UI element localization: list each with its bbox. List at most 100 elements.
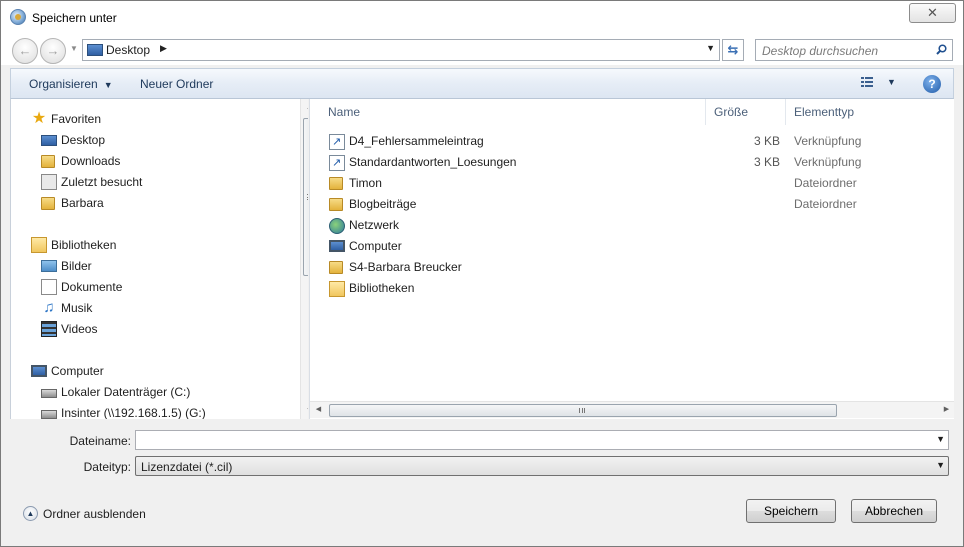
libraries-icon xyxy=(329,281,345,297)
shortcut-icon xyxy=(329,134,345,150)
file-name: Bibliotheken xyxy=(349,281,415,295)
file-type: Verknüpfung xyxy=(794,134,862,148)
help-icon[interactable]: ? xyxy=(923,75,941,93)
file-row[interactable]: Bibliotheken xyxy=(310,278,954,299)
filetype-select[interactable]: Lizenzdatei (*.cil) ▼ xyxy=(135,456,949,476)
sidebar-item-label: Videos xyxy=(61,322,98,336)
file-name: D4_Fehlersammeleintrag xyxy=(349,134,484,148)
back-button[interactable]: ← xyxy=(12,38,38,64)
filetype-label: Dateityp: xyxy=(83,460,131,474)
computer-icon xyxy=(329,240,345,252)
scroll-down-icon[interactable]: ▼ xyxy=(301,402,308,419)
sidebar-item-label: Insinter (\\192.168.1.5) (G:) xyxy=(61,406,206,419)
folder-icon xyxy=(329,198,343,211)
forward-button[interactable]: → xyxy=(40,38,66,64)
sidebar-item-label: Lokaler Datenträger (C:) xyxy=(61,385,191,399)
grip-icon xyxy=(307,194,308,200)
libraries-icon xyxy=(31,237,47,253)
change-view-icon[interactable] xyxy=(861,77,873,88)
documents-icon xyxy=(41,279,57,295)
column-header-name[interactable]: Name xyxy=(310,99,706,125)
filename-input[interactable]: ▼ xyxy=(135,430,949,450)
chevron-up-icon: ▲ xyxy=(23,506,38,521)
file-name: S4-Barbara Breucker xyxy=(349,260,462,274)
scrollbar-thumb[interactable] xyxy=(303,118,308,276)
star-icon: ★ xyxy=(31,110,47,127)
sidebar-item-label: Zuletzt besucht xyxy=(61,175,143,189)
local-drive-icon xyxy=(41,389,57,398)
app-icon xyxy=(10,9,26,25)
shortcut-icon xyxy=(329,155,345,171)
sidebar-item-label: Computer xyxy=(51,364,104,378)
sidebar-item-label: Downloads xyxy=(61,154,121,168)
close-button[interactable]: ✕ xyxy=(909,3,956,23)
sidebar-item-label: Bibliotheken xyxy=(51,238,117,252)
chevron-down-icon[interactable]: ▼ xyxy=(936,434,945,444)
computer-icon xyxy=(31,365,47,377)
sidebar-item-label: Barbara xyxy=(61,196,104,210)
network-drive-icon xyxy=(41,410,57,419)
save-button[interactable]: Speichern xyxy=(746,499,836,523)
new-folder-button[interactable]: Neuer Ordner xyxy=(140,77,213,91)
file-name: Netzwerk xyxy=(349,218,400,232)
navigation-scrollbar[interactable]: ▲ ▼ xyxy=(300,99,308,419)
pictures-icon xyxy=(41,260,57,272)
file-row[interactable]: Netzwerk xyxy=(310,215,954,236)
file-row[interactable]: Standardantworten_Loesungen 3 KB Verknüp… xyxy=(310,152,954,173)
file-row[interactable]: Computer xyxy=(310,236,954,257)
file-row[interactable]: S4-Barbara Breucker xyxy=(310,257,954,278)
file-name: Timon xyxy=(349,176,382,190)
search-icon[interactable] xyxy=(936,44,947,55)
scroll-up-icon[interactable]: ▲ xyxy=(301,99,308,116)
cancel-button[interactable]: Abbrechen xyxy=(851,499,937,523)
hide-folders-label: Ordner ausblenden xyxy=(43,507,146,521)
file-row[interactable]: Timon Dateiordner xyxy=(310,173,954,194)
file-size: 3 KB xyxy=(753,155,780,169)
view-options-dropdown[interactable]: ▼ xyxy=(887,77,896,87)
refresh-button[interactable]: ⇆ xyxy=(722,39,744,61)
file-name: Computer xyxy=(349,239,402,253)
chevron-down-icon: ▼ xyxy=(103,80,113,90)
file-row[interactable]: Blogbeiträge Dateiordner xyxy=(310,194,954,215)
file-list: Name Größe Elementtyp D4_Fehlersammelein… xyxy=(309,99,954,419)
recent-places-icon xyxy=(41,174,57,190)
file-name: Standardantworten_Loesungen xyxy=(349,155,517,169)
breadcrumb-chevron-icon[interactable]: ▶ xyxy=(160,43,167,54)
organize-menu[interactable]: Organisieren ▼ xyxy=(29,77,113,91)
file-name: Blogbeiträge xyxy=(349,197,417,211)
file-type: Dateiordner xyxy=(794,197,857,211)
sidebar-item-label: Musik xyxy=(61,301,93,315)
music-icon: ♫ xyxy=(43,299,55,316)
filetype-value: Lizenzdatei (*.cil) xyxy=(141,460,233,474)
network-icon xyxy=(329,218,345,234)
chevron-down-icon: ▼ xyxy=(936,460,945,470)
file-type: Verknüpfung xyxy=(794,155,862,169)
column-header-size[interactable]: Größe xyxy=(706,99,786,125)
scrollbar-thumb[interactable] xyxy=(329,404,837,417)
file-list-scrollbar[interactable]: ◀ ▶ xyxy=(310,401,954,418)
folder-icon xyxy=(329,177,343,190)
address-bar[interactable]: Desktop ▶ ▼ xyxy=(82,39,720,61)
sidebar-item-label: Desktop xyxy=(61,133,106,147)
desktop-icon xyxy=(87,44,103,56)
search-box[interactable]: Desktop durchsuchen xyxy=(755,39,953,61)
videos-icon xyxy=(41,321,57,337)
navigation-pane: ★ Favoriten Desktop Downloads Zuletzt be… xyxy=(10,99,308,419)
file-row[interactable]: D4_Fehlersammeleintrag 3 KB Verknüpfung xyxy=(310,131,954,152)
command-toolbar: Organisieren ▼ Neuer Ordner ▼ ? xyxy=(10,68,954,99)
filename-label: Dateiname: xyxy=(69,434,131,448)
organize-label: Organisieren xyxy=(29,77,98,91)
navigation-bar: ← → ▼ Desktop ▶ ▼ ⇆ Desktop durchsuchen xyxy=(1,35,963,65)
recent-locations-dropdown[interactable]: ▼ xyxy=(70,44,78,53)
address-dropdown-icon[interactable]: ▼ xyxy=(706,43,715,53)
column-header-type[interactable]: Elementtyp xyxy=(786,99,946,125)
scroll-right-icon[interactable]: ▶ xyxy=(938,402,954,419)
file-size: 3 KB xyxy=(753,134,780,148)
search-input[interactable]: Desktop durchsuchen xyxy=(762,44,878,58)
scroll-left-icon[interactable]: ◀ xyxy=(310,402,327,419)
desktop-icon xyxy=(41,135,57,146)
grip-icon xyxy=(579,408,585,413)
user-folder-icon xyxy=(41,197,55,210)
file-type: Dateiordner xyxy=(794,176,857,190)
address-location[interactable]: Desktop xyxy=(106,43,150,57)
